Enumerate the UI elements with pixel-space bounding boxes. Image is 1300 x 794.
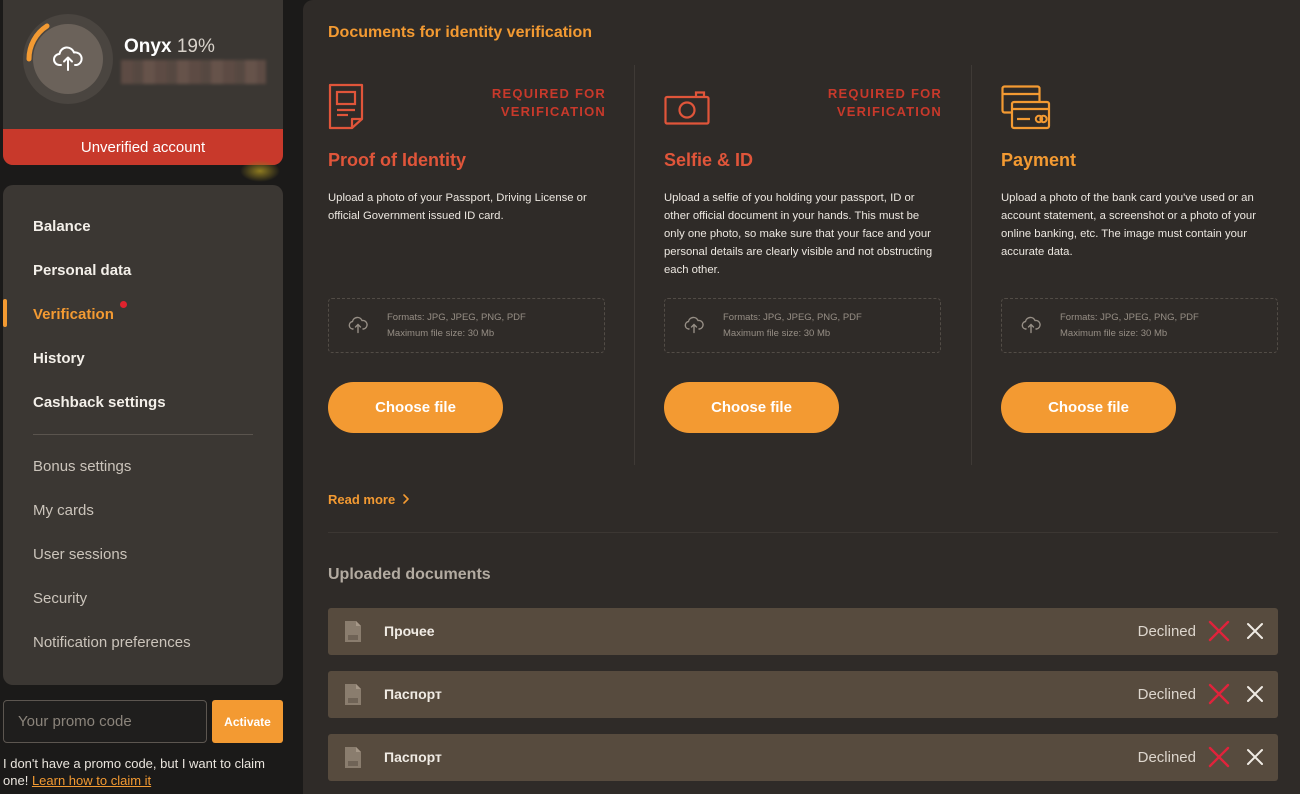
required-badge-line1: REQUIRED FOR xyxy=(491,86,606,101)
doc-column-selfie: REQUIRED FOR VERIFICATION Selfie & ID Up… xyxy=(664,65,942,465)
credit-card-icon xyxy=(1001,85,1051,130)
sidebar-item-bonus-settings[interactable]: Bonus settings xyxy=(33,458,131,475)
main-panel: Documents for identity verification REQU… xyxy=(303,0,1300,794)
redacted-user-id xyxy=(121,60,266,84)
close-icon[interactable] xyxy=(1246,622,1264,640)
max-size-text: Maximum file size: 30 Mb xyxy=(1060,328,1168,339)
learn-how-link[interactable]: Learn how to claim it xyxy=(32,773,151,788)
camera-icon xyxy=(664,91,710,125)
close-icon[interactable] xyxy=(1246,685,1264,703)
uploaded-documents-title: Uploaded documents xyxy=(328,566,491,583)
page-title: Documents for identity verification xyxy=(328,24,593,41)
doc-description: Upload a selfie of you holding your pass… xyxy=(664,192,933,276)
read-more-label: Read more xyxy=(328,492,396,507)
profile-progress: 19% xyxy=(176,36,215,57)
formats-text: Formats: JPG, JPEG, PNG, PDF xyxy=(1060,312,1199,323)
sidebar-item-security[interactable]: Security xyxy=(33,590,87,607)
doc-description: Upload a photo of the bank card you've u… xyxy=(1001,192,1256,258)
profile-card: Onyx 19% Unverified account xyxy=(3,0,283,165)
document-status: Declined xyxy=(1137,686,1196,703)
required-badge-line2: VERIFICATION xyxy=(500,104,606,119)
file-dropzone[interactable]: Formats: JPG, JPEG, PNG, PDF Maximum fil… xyxy=(664,298,941,353)
formats-text: Formats: JPG, JPEG, PNG, PDF xyxy=(387,312,526,323)
sidebar-item-verification[interactable]: Verification xyxy=(33,306,114,323)
uploaded-document-row[interactable]: Прочее Declined xyxy=(328,608,1278,655)
sidebar-item-balance[interactable]: Balance xyxy=(33,218,91,235)
cloud-upload-icon xyxy=(53,46,83,71)
choose-file-button[interactable]: Choose file xyxy=(328,382,503,433)
section-divider xyxy=(328,532,1278,533)
doc-column-payment: Payment Upload a photo of the bank card … xyxy=(1001,65,1279,465)
document-name: Паспорт xyxy=(384,749,442,765)
active-indicator xyxy=(3,299,7,327)
cloud-upload-icon xyxy=(348,316,368,334)
uploaded-document-row[interactable]: Паспорт Declined xyxy=(328,671,1278,718)
sidebar-item-personal-data[interactable]: Personal data xyxy=(33,262,131,279)
jpg-file-icon xyxy=(345,621,361,642)
max-size-text: Maximum file size: 30 Mb xyxy=(723,328,831,339)
document-name: Паспорт xyxy=(384,686,442,702)
read-more-link[interactable]: Read more xyxy=(328,492,410,507)
cloud-upload-icon xyxy=(1021,316,1041,334)
required-badge-line1: REQUIRED FOR xyxy=(827,86,942,101)
sidebar-item-notification-preferences[interactable]: Notification preferences xyxy=(33,634,191,651)
required-badge-line2: VERIFICATION xyxy=(836,104,942,119)
cloud-upload-icon xyxy=(684,316,704,334)
doc-title: Proof of Identity xyxy=(328,150,466,170)
jpg-file-icon xyxy=(345,684,361,705)
avatar-inner xyxy=(33,24,103,94)
sidebar-item-my-cards[interactable]: My cards xyxy=(33,502,94,519)
uploaded-document-row[interactable]: Паспорт Declined xyxy=(328,734,1278,781)
formats-text: Formats: JPG, JPEG, PNG, PDF xyxy=(723,312,862,323)
decorative-glow xyxy=(240,160,280,182)
sidebar-menu: Balance Personal data Verification Histo… xyxy=(3,185,283,685)
sidebar-item-history[interactable]: History xyxy=(33,350,85,367)
doc-title: Selfie & ID xyxy=(664,150,754,170)
avatar[interactable] xyxy=(23,14,113,104)
file-dropzone[interactable]: Formats: JPG, JPEG, PNG, PDF Maximum fil… xyxy=(328,298,605,353)
doc-column-identity: REQUIRED FOR VERIFICATION Proof of Ident… xyxy=(328,65,606,465)
column-divider xyxy=(634,65,635,465)
declined-x-icon xyxy=(1208,620,1230,642)
close-icon[interactable] xyxy=(1246,748,1264,766)
promo-code-input[interactable] xyxy=(3,700,207,743)
file-dropzone[interactable]: Formats: JPG, JPEG, PNG, PDF Maximum fil… xyxy=(1001,298,1278,353)
max-size-text: Maximum file size: 30 Mb xyxy=(387,328,495,339)
choose-file-button[interactable]: Choose file xyxy=(1001,382,1176,433)
sidebar-item-cashback-settings[interactable]: Cashback settings xyxy=(33,394,166,411)
doc-title: Payment xyxy=(1001,150,1077,170)
notification-dot xyxy=(120,301,127,308)
doc-description: Upload a photo of your Passport, Driving… xyxy=(328,192,587,222)
column-divider xyxy=(971,65,972,465)
document-status: Declined xyxy=(1137,623,1196,640)
required-badge: REQUIRED FOR VERIFICATION xyxy=(828,85,942,121)
menu-divider xyxy=(33,434,253,435)
choose-file-button[interactable]: Choose file xyxy=(664,382,839,433)
document-status: Declined xyxy=(1137,749,1196,766)
sidebar-item-user-sessions[interactable]: User sessions xyxy=(33,546,127,563)
document-icon xyxy=(328,83,364,130)
declined-x-icon xyxy=(1208,683,1230,705)
promo-note: I don't have a promo code, but I want to… xyxy=(3,755,293,789)
profile-name: Onyx 19% xyxy=(124,36,215,58)
username: Onyx xyxy=(124,36,172,57)
required-badge: REQUIRED FOR VERIFICATION xyxy=(492,85,606,121)
jpg-file-icon xyxy=(345,747,361,768)
declined-x-icon xyxy=(1208,746,1230,768)
chevron-right-icon xyxy=(403,494,409,504)
activate-button[interactable]: Activate xyxy=(212,700,283,743)
document-name: Прочее xyxy=(384,623,435,639)
